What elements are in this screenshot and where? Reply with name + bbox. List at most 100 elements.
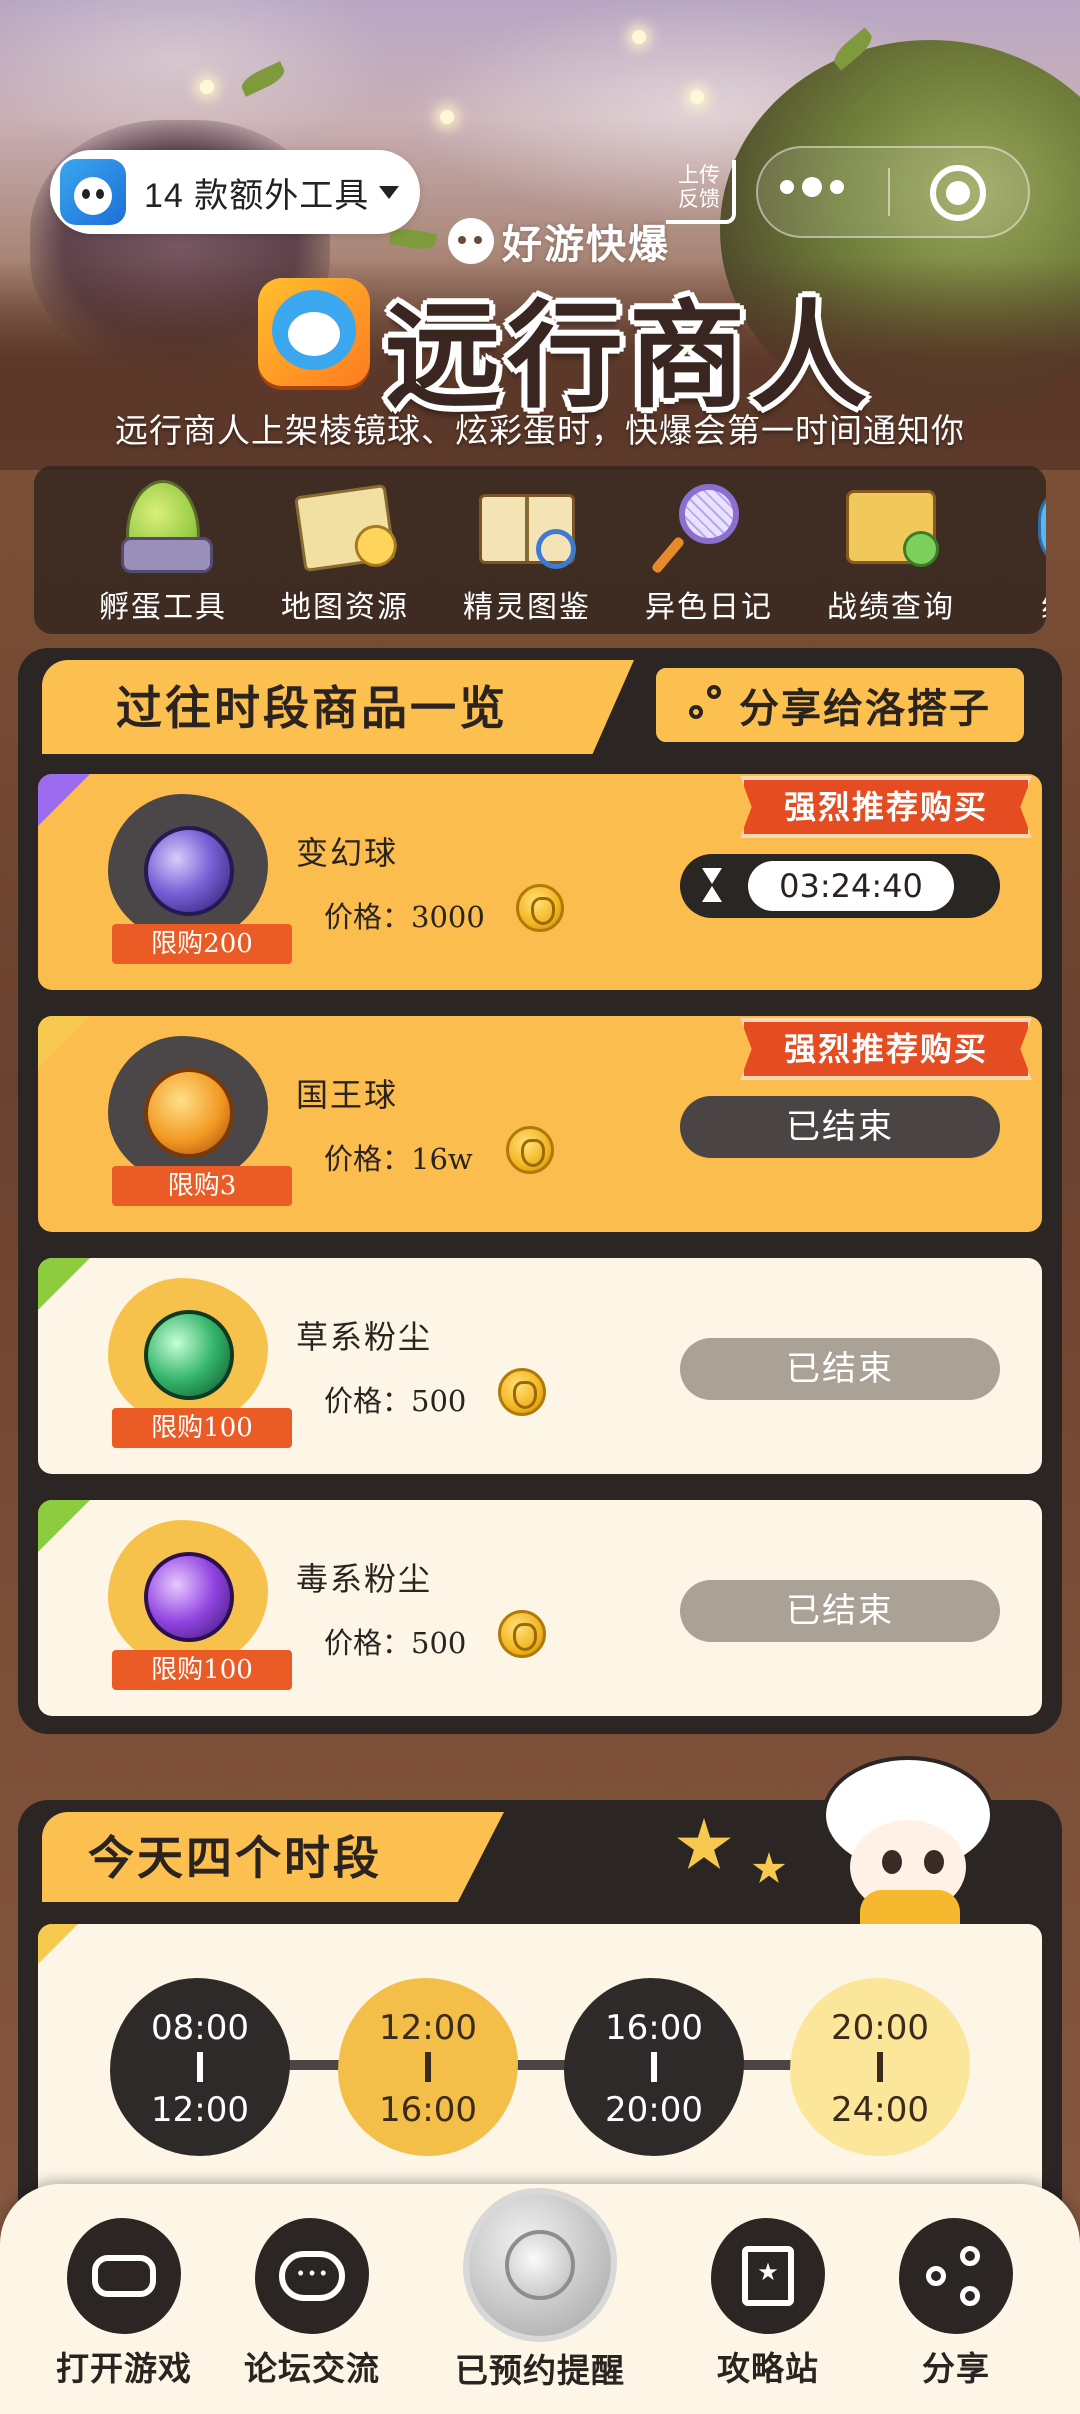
guide-book-icon xyxy=(711,2218,825,2334)
today-periods-title: 今天四个时段 xyxy=(88,1832,382,1884)
item-name: 变幻球 xyxy=(289,828,405,874)
limit-tag: 限购100 xyxy=(112,1650,292,1690)
tool-label: 孵蛋工具 xyxy=(99,590,227,625)
upload-feedback-button[interactable]: 上传 反馈 xyxy=(666,160,736,224)
chat-icon xyxy=(255,2218,369,2334)
gamepad-icon xyxy=(67,2218,181,2334)
ended-status-button[interactable]: 已结束 xyxy=(680,1580,1000,1642)
capsule-divider xyxy=(888,168,890,216)
leaf-decoration xyxy=(388,226,438,252)
coin-icon xyxy=(498,1368,546,1416)
item-image xyxy=(108,1278,268,1426)
tool-team-up[interactable]: 组队 xyxy=(982,466,1046,626)
sparkle-decoration xyxy=(200,80,214,94)
slot-start: 16:00 xyxy=(605,2008,703,2048)
sheep-mascot-illustration xyxy=(820,1760,996,1934)
pet-icon xyxy=(1025,480,1046,576)
feedback-line2: 反馈 xyxy=(678,188,720,211)
corner-marker xyxy=(38,774,90,826)
limit-tag: 限购100 xyxy=(112,1408,292,1448)
potion-icon xyxy=(144,1310,234,1400)
item-price: 价格：500 xyxy=(324,1626,467,1660)
nav-forum[interactable]: 论坛交流 xyxy=(212,2218,412,2390)
item-name: 国王球 xyxy=(289,1070,405,1116)
hourglass-icon xyxy=(680,854,744,918)
slot-end: 16:00 xyxy=(379,2090,477,2130)
caret-down-icon xyxy=(379,185,400,199)
time-slot: 12:00 16:00 xyxy=(338,1978,518,2156)
tool-label: 异色日记 xyxy=(645,590,773,625)
item-price: 价格：3000 xyxy=(324,900,485,934)
potion-icon xyxy=(144,1552,234,1642)
coin-icon xyxy=(498,1610,546,1658)
limit-tag: 限购200 xyxy=(112,924,292,964)
countdown-value: 03:24:40 xyxy=(748,861,954,911)
item-name: 毒系粉尘 xyxy=(289,1554,439,1600)
tool-egg-hatch[interactable]: 孵蛋工具 xyxy=(72,466,254,626)
recommend-ribbon: 强烈推荐购买 xyxy=(740,776,1032,838)
corner-marker xyxy=(38,1016,90,1068)
nav-share[interactable]: 分享 xyxy=(856,2218,1056,2390)
ball-icon xyxy=(144,1068,234,1158)
scroll-icon xyxy=(843,480,939,576)
tool-label: 组队 xyxy=(1041,582,1046,626)
nav-label: 攻略站 xyxy=(717,2350,819,2387)
nav-guide[interactable]: 攻略站 xyxy=(668,2218,868,2390)
recommend-ribbon: 强烈推荐购买 xyxy=(740,1018,1032,1080)
slot-start: 08:00 xyxy=(151,2008,249,2048)
tool-label: 战绩查询 xyxy=(827,590,955,625)
close-miniapp-icon[interactable] xyxy=(930,165,986,221)
more-menu-button[interactable] xyxy=(780,177,844,197)
tool-label: 地图资源 xyxy=(281,590,409,625)
tool-map-resources[interactable]: 地图资源 xyxy=(254,466,436,626)
item-name: 草系粉尘 xyxy=(289,1312,439,1358)
feedback-line1: 上传 xyxy=(678,164,720,187)
product-card: 限购3 国王球 价格：16w 强烈推荐购买 已结束 xyxy=(38,1016,1042,1232)
ended-status-button[interactable]: 已结束 xyxy=(680,1338,1000,1400)
item-price: 价格：500 xyxy=(324,1384,467,1418)
sparkle-decoration xyxy=(690,90,704,104)
extra-tools-dropdown[interactable]: 14 款额外工具 xyxy=(50,150,420,234)
tool-pokedex[interactable]: 精灵图鉴 xyxy=(436,466,618,626)
net-icon xyxy=(661,480,757,576)
nav-reminder[interactable]: 已预约提醒 xyxy=(440,2194,640,2392)
egg-icon xyxy=(115,480,213,576)
corner-marker xyxy=(38,1500,90,1552)
nav-label: 分享 xyxy=(922,2350,990,2387)
extra-tools-label: 14 款额外工具 xyxy=(144,176,370,215)
sparkle-decoration xyxy=(632,30,646,44)
slot-start: 20:00 xyxy=(831,2008,929,2048)
app-avatar-icon xyxy=(60,159,126,225)
slot-start: 12:00 xyxy=(379,2008,477,2048)
share-to-friends-button[interactable]: 分享给洛搭子 xyxy=(652,664,1028,746)
limit-tag: 限购3 xyxy=(112,1166,292,1206)
coin-icon xyxy=(516,884,564,932)
tool-shiny-diary[interactable]: 异色日记 xyxy=(618,466,800,626)
slot-end: 24:00 xyxy=(831,2090,929,2130)
tool-label: 精灵图鉴 xyxy=(463,590,591,625)
share-icon xyxy=(899,2218,1013,2334)
time-slot: 08:00 12:00 xyxy=(110,1978,290,2156)
item-price: 价格：16w xyxy=(324,1142,473,1176)
corner-marker xyxy=(38,1924,78,1964)
slot-end: 12:00 xyxy=(151,2090,249,2130)
share-icon xyxy=(689,685,729,725)
reminder-icon xyxy=(469,2194,611,2336)
product-card: 限购100 毒系粉尘 价格：500 已结束 xyxy=(38,1500,1042,1716)
map-icon xyxy=(294,480,396,576)
sparkle-decoration xyxy=(440,110,454,124)
past-items-title: 过往时段商品一览 xyxy=(116,682,508,734)
slot-end: 20:00 xyxy=(605,2090,703,2130)
nav-label: 论坛交流 xyxy=(244,2350,380,2387)
nav-open-game[interactable]: 打开游戏 xyxy=(24,2218,224,2390)
book-icon xyxy=(479,480,576,576)
product-card: 限购200 变幻球 价格：3000 强烈推荐购买 03:24:40 xyxy=(38,774,1042,990)
product-card: 限购100 草系粉尘 价格：500 已结束 xyxy=(38,1258,1042,1474)
nav-label: 打开游戏 xyxy=(56,2350,192,2387)
ended-status-button[interactable]: 已结束 xyxy=(680,1096,1000,1158)
tool-record-query[interactable]: 战绩查询 xyxy=(800,466,982,626)
item-image xyxy=(108,1036,268,1184)
coin-icon xyxy=(506,1126,554,1174)
item-image xyxy=(108,1520,268,1668)
page-subtitle: 远行商人上架棱镜球、炫彩蛋时，快爆会第一时间通知你 xyxy=(115,411,965,450)
